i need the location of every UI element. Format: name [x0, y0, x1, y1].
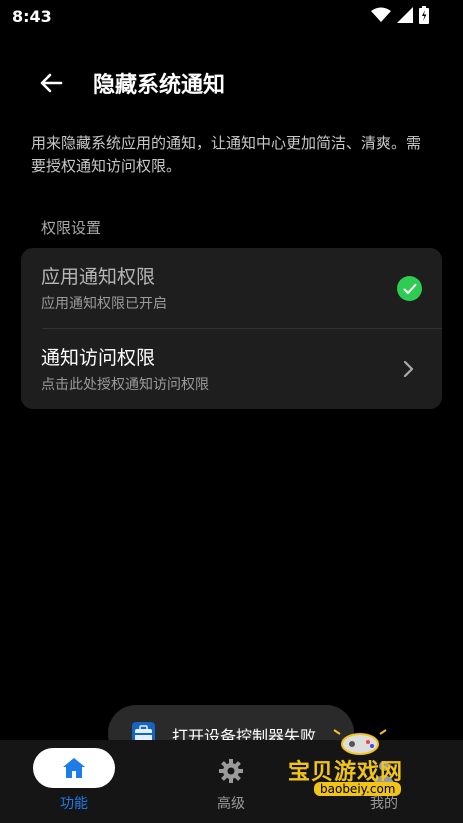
page-title: 隐藏系统通知 — [93, 73, 226, 98]
permission-subtitle: 应用通知权限已开启 — [41, 296, 167, 312]
chevron-right-icon — [403, 360, 414, 378]
section-title: 权限设置 — [41, 219, 102, 237]
arrow-left-icon — [40, 73, 63, 93]
permission-subtitle: 点击此处授权通知访问权限 — [41, 377, 209, 393]
permission-row-app-notification[interactable]: 应用通知权限 应用通知权限已开启 — [21, 248, 442, 328]
watermark-url: baobeiy.com — [314, 782, 402, 796]
battery-icon — [419, 6, 429, 24]
gamepad-logo-icon — [333, 729, 387, 755]
nav-active-indicator — [33, 748, 115, 788]
permission-row-notification-access[interactable]: 通知访问权限 点击此处授权通知访问权限 — [21, 329, 442, 409]
nav-label: 功能 — [60, 796, 88, 812]
nav-item-advanced[interactable]: 高级 — [181, 740, 281, 823]
status-icons — [371, 6, 429, 24]
home-icon — [63, 758, 85, 778]
signal-icon — [397, 7, 413, 23]
nav-label: 高级 — [217, 796, 245, 812]
permission-title: 通知访问权限 — [41, 347, 156, 369]
check-circle-icon — [397, 276, 422, 301]
permission-title: 应用通知权限 — [41, 266, 156, 288]
wifi-icon — [371, 7, 391, 22]
back-button[interactable] — [34, 68, 68, 98]
gear-icon — [219, 759, 243, 783]
status-bar: 8:43 — [0, 0, 463, 32]
permissions-card: 应用通知权限 应用通知权限已开启 通知访问权限 点击此处授权通知访问权限 — [21, 248, 442, 409]
status-time: 8:43 — [12, 7, 52, 26]
app-bar: 隐藏系统通知 — [0, 56, 463, 112]
page-description: 用来隐藏系统应用的通知，让通知中心更加简洁、清爽。需要授权通知访问权限。 — [31, 134, 422, 175]
nav-item-home[interactable]: 功能 — [24, 740, 124, 823]
watermark: 宝贝游戏网 baobeiy.com — [288, 728, 438, 798]
